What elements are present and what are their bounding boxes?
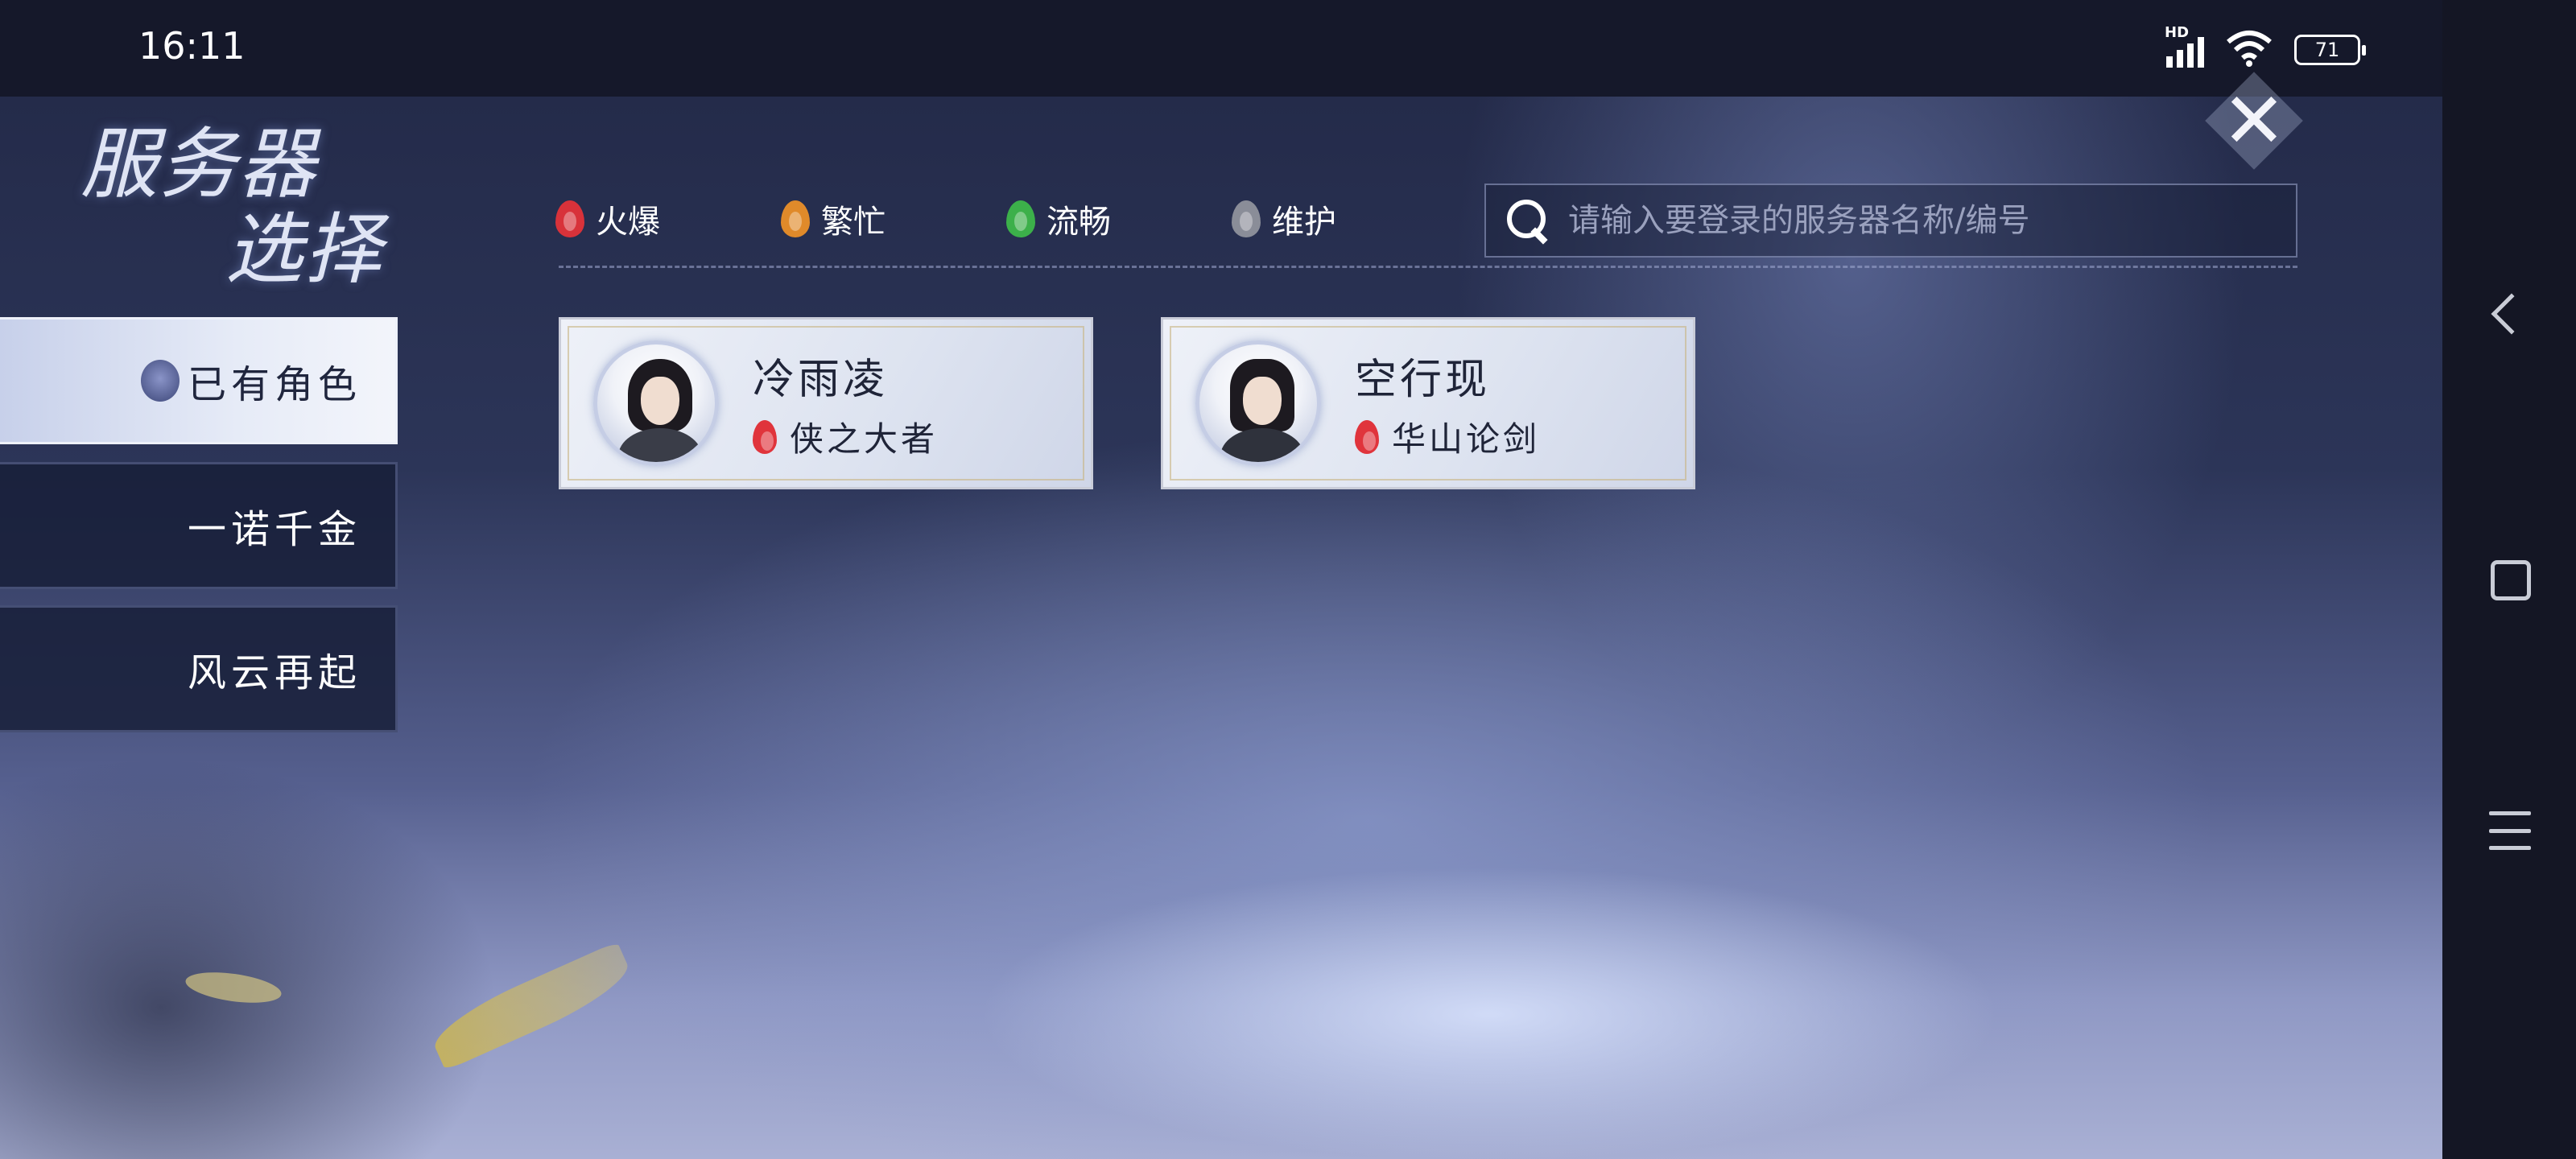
legend-item-busy: 繁忙: [781, 196, 1006, 242]
status-bar: 16:11 HD 71: [0, 0, 2576, 97]
status-icons: HD 71: [2165, 24, 2366, 72]
server-card[interactable]: 冷雨凌 侠之大者: [559, 317, 1093, 489]
flame-icon: [1006, 200, 1035, 237]
tab-label: 一诺千金: [187, 507, 361, 552]
page-title-line2: 选择: [225, 204, 383, 295]
tab-label: 已有角色: [187, 362, 361, 407]
legend-label: 繁忙: [821, 204, 886, 241]
legend-label: 维护: [1272, 204, 1336, 241]
signal-icon: HD: [2165, 24, 2204, 68]
tab-server-group-2[interactable]: 风云再起: [0, 605, 398, 732]
flame-icon: [753, 419, 777, 454]
flame-icon: [781, 200, 810, 237]
battery-level: 71: [2314, 39, 2340, 61]
avatar: [593, 340, 719, 466]
background-mist: [0, 757, 499, 1159]
page-title: 服务器 选择: [80, 121, 419, 298]
character-name: 冷雨凌: [753, 356, 889, 404]
close-icon: ✕: [2221, 76, 2287, 166]
flame-icon: [1232, 200, 1261, 237]
search-icon[interactable]: [1505, 198, 1550, 243]
status-legend: 火爆 繁忙 流畅 维护: [555, 193, 1457, 245]
wifi-icon: [2225, 29, 2273, 71]
search-input[interactable]: [1568, 202, 2277, 239]
divider: [559, 266, 2297, 268]
search-box[interactable]: [1484, 184, 2297, 258]
tab-server-group-1[interactable]: 一诺千金: [0, 462, 398, 589]
legend-item-hot: 火爆: [555, 196, 781, 242]
legend-label: 流畅: [1046, 204, 1111, 241]
avatar: [1195, 340, 1321, 466]
page-title-line1: 服务器: [80, 119, 317, 209]
home-icon[interactable]: [2491, 560, 2531, 600]
flame-icon: [1355, 419, 1379, 454]
legend-item-maintenance: 维护: [1232, 196, 1457, 242]
legend-label: 火爆: [596, 204, 660, 241]
battery-icon: 71: [2294, 35, 2366, 65]
character-icon: [140, 360, 180, 402]
flame-icon: [555, 200, 584, 237]
status-time: 16:11: [138, 24, 246, 68]
server-name: 华山论剑: [1392, 419, 1541, 459]
network-type: HD: [2165, 24, 2190, 41]
server-name: 侠之大者: [790, 419, 939, 459]
menu-icon[interactable]: [2489, 811, 2531, 850]
tab-existing-characters[interactable]: 已有角色: [0, 317, 398, 444]
character-name: 空行现: [1355, 356, 1491, 404]
tab-label: 风云再起: [187, 650, 361, 695]
legend-item-smooth: 流畅: [1006, 196, 1232, 242]
close-button[interactable]: ✕: [2206, 72, 2302, 169]
server-card[interactable]: 空行现 华山论剑: [1161, 317, 1695, 489]
